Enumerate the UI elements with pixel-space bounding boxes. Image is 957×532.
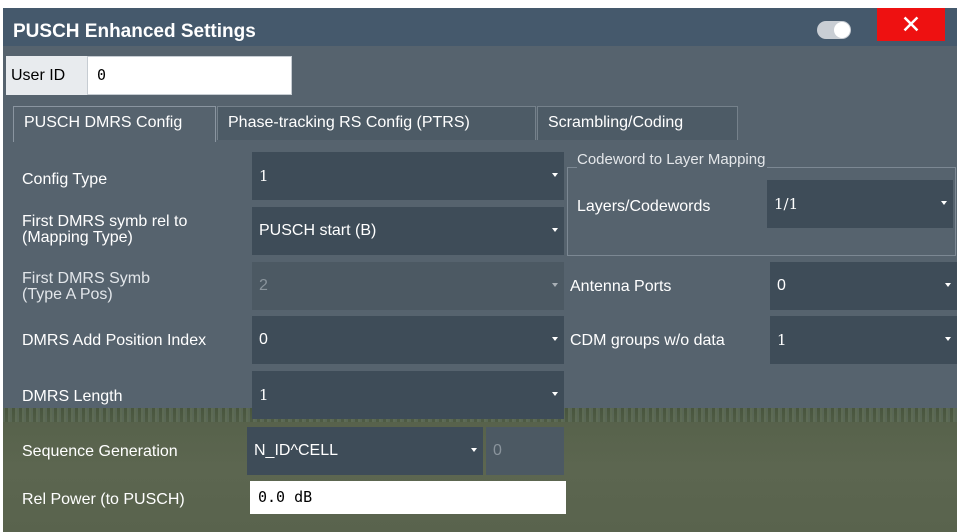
chevron-down-icon <box>941 201 947 205</box>
config-type-select[interactable]: 1 <box>252 152 564 200</box>
first-dmrs-rel-select[interactable]: PUSCH start (B) <box>252 207 564 255</box>
chevron-down-icon <box>471 448 477 452</box>
layers-codewords-value: 1/1 <box>774 195 799 213</box>
chevron-down-icon <box>945 283 951 287</box>
first-dmrs-rel-value: PUSCH start (B) <box>259 222 377 239</box>
tab-scrambling-coding[interactable]: Scrambling/Coding <box>537 106 738 140</box>
first-dmrs-symb-value: 2 <box>259 277 268 294</box>
dmrs-add-position-select[interactable]: 0 <box>252 316 564 364</box>
sequence-generation-id-input: 0 <box>486 427 564 475</box>
toggle-knob <box>834 22 850 38</box>
first-dmrs-symb-label: First DMRS Symb (Type A Pos) <box>22 270 150 303</box>
cdm-groups-select[interactable]: 1 <box>770 316 957 364</box>
first-dmrs-rel-label: First DMRS symb rel to (Mapping Type) <box>22 213 188 246</box>
chevron-down-icon <box>552 228 558 232</box>
dmrs-length-value: 1 <box>259 386 269 404</box>
sequence-generation-value: N_ID^CELL <box>254 442 338 459</box>
tab-ptrs-config[interactable]: Phase-tracking RS Config (PTRS) <box>217 106 536 140</box>
cdm-groups-label: CDM groups w/o data <box>570 332 725 349</box>
chevron-down-icon <box>945 337 951 341</box>
config-type-label: Config Type <box>22 171 108 188</box>
first-dmrs-symb-select: 2 <box>252 262 564 310</box>
chevron-down-icon <box>552 173 558 177</box>
dialog-window: PUSCH Enhanced Settings ✕ User ID 0 PUSC… <box>0 0 957 532</box>
dmrs-length-select[interactable]: 1 <box>252 371 564 419</box>
chevron-down-icon <box>552 283 558 287</box>
antenna-ports-select[interactable]: 0 <box>770 262 957 310</box>
user-id-label: User ID <box>6 56 87 95</box>
user-id-input[interactable]: 0 <box>87 56 292 95</box>
tab-pusch-dmrs-config[interactable]: PUSCH DMRS Config <box>13 106 216 142</box>
config-type-value: 1 <box>259 167 269 185</box>
codeword-layer-mapping-title: Codeword to Layer Mapping <box>577 151 768 168</box>
rel-power-input[interactable]: 0.0 dB <box>250 481 566 514</box>
sequence-generation-label: Sequence Generation <box>22 443 178 460</box>
close-button[interactable]: ✕ <box>877 8 945 41</box>
dmrs-length-label: DMRS Length <box>22 388 123 405</box>
toggle-switch[interactable] <box>817 21 851 39</box>
sequence-generation-id-value: 0 <box>493 442 502 459</box>
title-bar: PUSCH Enhanced Settings ✕ <box>3 8 957 46</box>
layers-codewords-select[interactable]: 1/1 <box>767 180 953 228</box>
chevron-down-icon <box>552 392 558 396</box>
antenna-ports-label: Antenna Ports <box>570 278 672 295</box>
layers-codewords-label: Layers/Codewords <box>577 198 711 215</box>
rel-power-label: Rel Power (to PUSCH) <box>22 491 185 508</box>
dmrs-add-position-value: 0 <box>259 331 268 348</box>
sequence-generation-select[interactable]: N_ID^CELL <box>247 427 483 475</box>
dmrs-add-position-label: DMRS Add Position Index <box>22 332 207 349</box>
antenna-ports-value: 0 <box>777 277 786 294</box>
chevron-down-icon <box>552 337 558 341</box>
cdm-groups-value: 1 <box>777 331 787 349</box>
dialog-title: PUSCH Enhanced Settings <box>13 21 256 42</box>
